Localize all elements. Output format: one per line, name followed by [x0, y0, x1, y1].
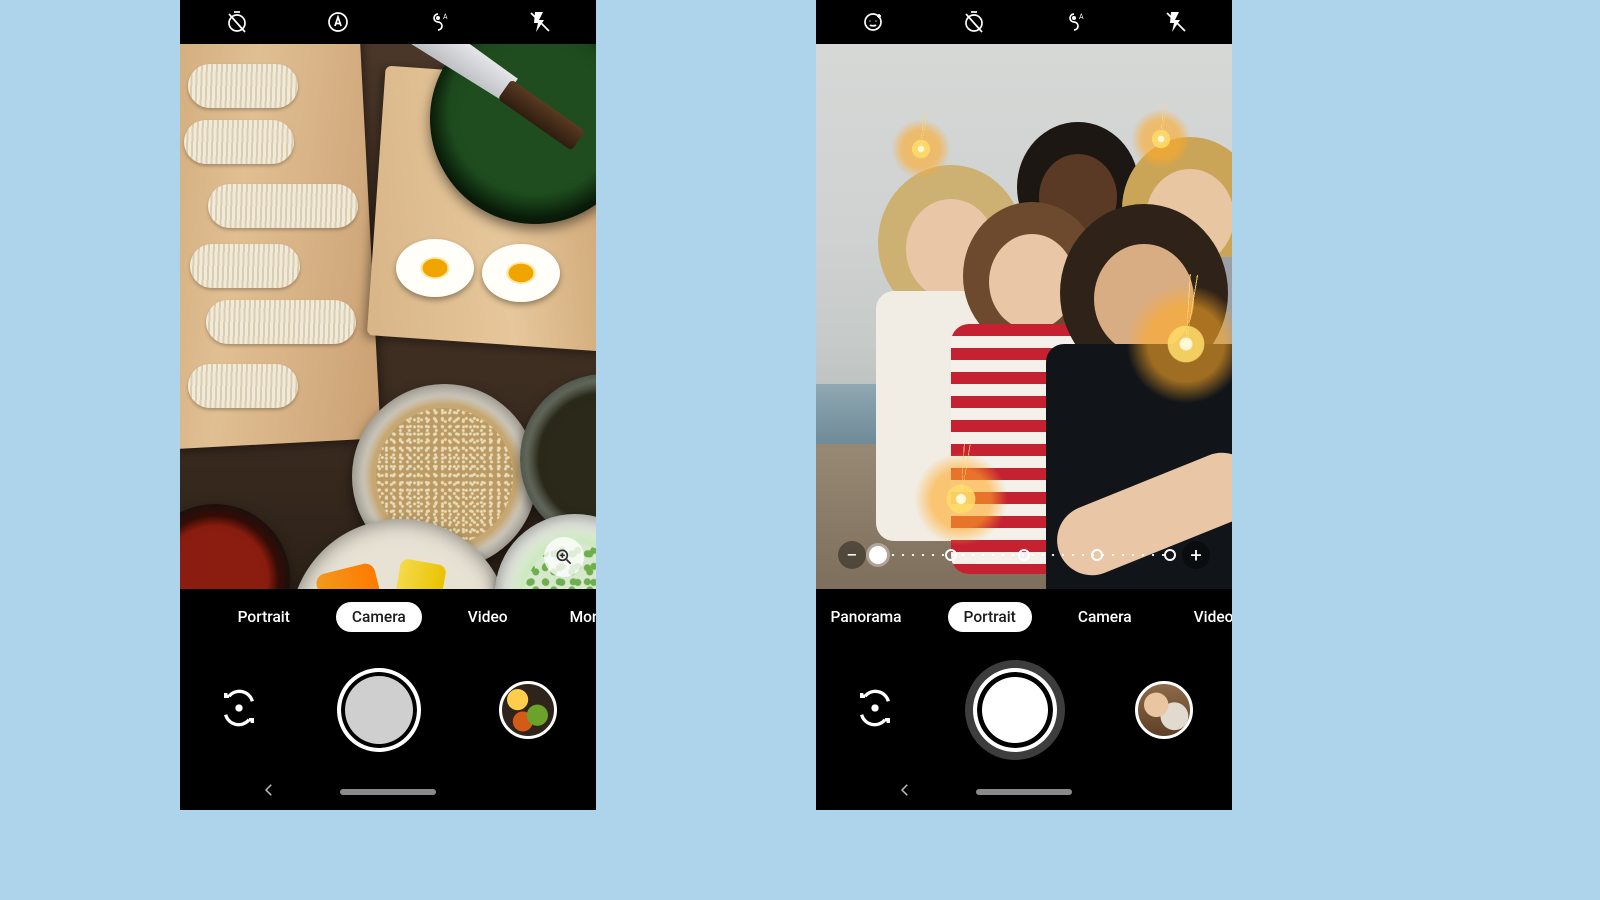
zoom-out-button[interactable]: − — [838, 541, 866, 569]
system-nav-bar — [180, 775, 596, 809]
shutter-controls — [816, 645, 1232, 775]
viewfinder[interactable]: − + — [816, 44, 1232, 589]
mode-video[interactable]: Video — [452, 602, 524, 632]
zoom-slider-knob[interactable] — [869, 546, 887, 564]
switch-camera-button[interactable] — [219, 688, 259, 732]
last-photo-thumbnail[interactable] — [1135, 681, 1193, 739]
zoom-in-button[interactable] — [544, 537, 584, 577]
svg-text:A: A — [443, 13, 448, 21]
timer-off-icon[interactable] — [960, 8, 988, 36]
zoom-slider[interactable]: − + — [838, 535, 1210, 575]
face-retouch-icon[interactable] — [859, 8, 887, 36]
phone-camera-mode: A anorama Portrait Camera — [180, 0, 596, 810]
mode-panorama[interactable]: anorama — [180, 602, 192, 632]
camera-top-options: A — [816, 0, 1232, 44]
zoom-stop[interactable] — [1091, 549, 1103, 561]
zoom-slider-track[interactable] — [878, 548, 1170, 562]
phone-portrait-mode: A − — [816, 0, 1232, 810]
zoom-stop[interactable] — [945, 549, 957, 561]
zoom-in-button[interactable]: + — [1182, 541, 1210, 569]
gesture-pill[interactable] — [976, 789, 1072, 795]
shutter-button[interactable] — [337, 668, 421, 752]
shutter-button[interactable] — [973, 668, 1057, 752]
mode-camera[interactable]: Camera — [336, 602, 422, 632]
switch-camera-button[interactable] — [855, 688, 895, 732]
promo-stage: A anorama Portrait Camera — [0, 0, 1600, 900]
mode-camera[interactable]: Camera — [1062, 602, 1148, 632]
motion-auto-icon[interactable] — [324, 8, 352, 36]
white-balance-auto-icon[interactable]: A — [1061, 8, 1089, 36]
zoom-stop[interactable] — [1164, 549, 1176, 561]
mode-portrait[interactable]: Portrait — [222, 602, 306, 632]
mode-panorama[interactable]: Panorama — [816, 602, 918, 632]
timer-off-icon[interactable] — [223, 8, 251, 36]
mode-portrait[interactable]: Portrait — [948, 602, 1032, 632]
system-nav-bar — [816, 775, 1232, 809]
svg-text:A: A — [1079, 13, 1084, 21]
zoom-stop[interactable] — [1018, 549, 1030, 561]
mode-selector[interactable]: anorama Portrait Camera Video More — [180, 589, 596, 645]
flash-off-icon[interactable] — [526, 8, 554, 36]
camera-top-options: A — [180, 0, 596, 44]
last-photo-thumbnail[interactable] — [499, 681, 557, 739]
viewfinder[interactable] — [180, 44, 596, 589]
mode-selector[interactable]: Panorama Portrait Camera Video — [816, 589, 1232, 645]
shutter-controls — [180, 645, 596, 775]
gesture-pill[interactable] — [340, 789, 436, 795]
mode-more[interactable]: More — [554, 602, 596, 632]
flash-off-icon[interactable] — [1162, 8, 1190, 36]
white-balance-auto-icon[interactable]: A — [425, 8, 453, 36]
back-button[interactable] — [896, 781, 914, 803]
back-button[interactable] — [260, 781, 278, 803]
mode-video[interactable]: Video — [1178, 602, 1232, 632]
